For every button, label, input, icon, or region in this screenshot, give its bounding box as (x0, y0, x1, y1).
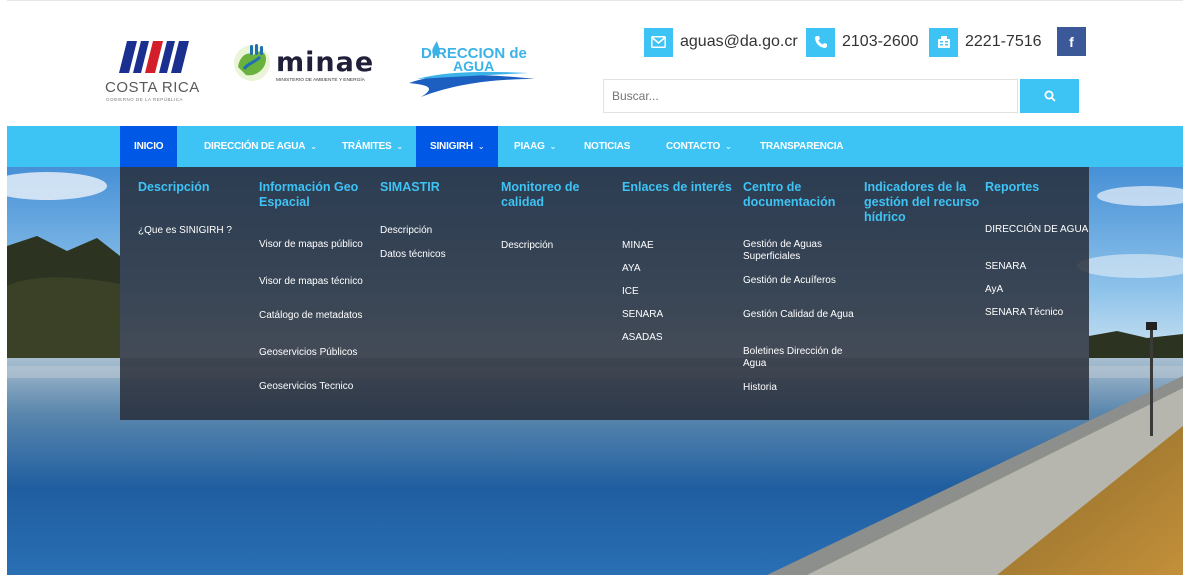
nav-item-label: SINIGIRH (430, 141, 473, 152)
minae-hand-icon (234, 44, 270, 81)
menu-column-heading[interactable]: Información Geo Espacial (259, 180, 377, 210)
nav-item-label: PIAAG (514, 141, 545, 152)
nav-item-label: INICIO (134, 141, 164, 152)
chevron-down-icon: ⌄ (725, 142, 732, 151)
nav-item-noticias[interactable]: NOTICIAS (570, 126, 644, 167)
nav-item-label: DIRECCIÓN DE AGUA (204, 141, 306, 152)
menu-link[interactable]: SENARA (985, 261, 1097, 273)
nav-item-label: TRÁMITES (342, 141, 392, 152)
menu-link[interactable]: Geoservicios Tecnico (259, 381, 371, 393)
menu-link[interactable]: ASADAS (622, 332, 734, 344)
menu-link[interactable]: ¿Que es SINIGIRH ? (138, 225, 250, 237)
direccion-de-agua-logo[interactable]: DIRECCION de AGUA (407, 39, 537, 101)
nav-item-tramites[interactable]: TRÁMITES ⌄ (328, 126, 417, 167)
fax-contact[interactable]: 2221-7516 (929, 27, 1042, 57)
nav-item-inicio[interactable]: INICIO (120, 126, 178, 167)
nav-item-piaag[interactable]: PIAAG ⌄ (500, 126, 570, 167)
menu-link[interactable]: Gestión de Acuíferos (743, 275, 855, 287)
costa-rica-logo-name: COSTA RICA (105, 79, 200, 96)
menu-link[interactable]: AYA (622, 263, 734, 275)
minae-logo-word: minae (276, 47, 375, 78)
menu-link[interactable]: Historia (743, 382, 855, 394)
sinigirh-mega-menu: Descripción ¿Que es SINIGIRH ? Informaci… (120, 167, 1089, 420)
menu-link[interactable]: Catálogo de metadatos (259, 310, 371, 322)
envelope-icon (644, 27, 673, 57)
phone-icon (806, 27, 835, 57)
menu-link[interactable]: ICE (622, 286, 734, 298)
phone-text: 2103-2600 (842, 33, 919, 50)
menu-link[interactable]: Gestión Calidad de Agua (743, 309, 855, 321)
facebook-icon[interactable]: f (1057, 27, 1086, 56)
search-button[interactable] (1020, 79, 1079, 113)
chevron-down-icon: ⌄ (477, 142, 485, 151)
menu-column-heading[interactable]: Indicadores de la gestión del recurso hí… (864, 180, 982, 225)
main-nav: INICIO DIRECCIÓN DE AGUA ⌄ TRÁMITES ⌄ SINI… (7, 126, 1183, 167)
menu-column-heading[interactable]: Centro de documentación (743, 180, 861, 210)
menu-link[interactable]: Geoservicios Públicos (259, 347, 371, 359)
menu-link[interactable]: MINAE (622, 240, 734, 252)
search-input[interactable] (604, 80, 1017, 112)
site-header: COSTA RICA GOBIERNO DE LA REPÚBLICA mina… (7, 0, 1183, 126)
menu-link[interactable]: Visor de mapas público (259, 239, 371, 251)
minae-logo[interactable]: minae MINISTERIO DE AMBIENTE Y ENERGÍA (230, 41, 390, 91)
nav-item-label: NOTICIAS (584, 141, 631, 152)
menu-link[interactable]: Gestión de Aguas Superficiales (743, 239, 855, 263)
page-frame: COSTA RICA GOBIERNO DE LA REPÚBLICA mina… (7, 0, 1183, 575)
minae-logo-sub: MINISTERIO DE AMBIENTE Y ENERGÍA (276, 78, 365, 83)
chevron-down-icon: ⌄ (396, 142, 404, 151)
menu-link[interactable]: SENARA Técnico (985, 307, 1097, 319)
email-contact[interactable]: aguas@da.go.cr (644, 27, 798, 57)
costa-rica-flag-bars-icon (119, 41, 189, 73)
email-text: aguas@da.go.cr (680, 33, 798, 50)
menu-link[interactable]: Datos técnicos (380, 249, 492, 261)
search-icon (1044, 90, 1056, 102)
direccion-de-agua-logo-line2: AGUA (453, 58, 495, 74)
nav-item-direccion-de-agua[interactable]: DIRECCIÓN DE AGUA ⌄ (190, 126, 331, 167)
chevron-down-icon: ⌄ (549, 142, 557, 151)
costa-rica-logo-sub: GOBIERNO DE LA REPÚBLICA (106, 97, 184, 102)
menu-link[interactable]: DIRECCIÓN DE AGUA (985, 224, 1097, 236)
search-box (603, 79, 1018, 113)
fax-icon (929, 27, 958, 57)
menu-link[interactable]: Visor de mapas técnico (259, 276, 371, 288)
nav-item-contacto[interactable]: CONTACTO ⌄ (652, 126, 746, 167)
menu-column-heading[interactable]: Enlaces de interés (622, 180, 740, 195)
phone-contact[interactable]: 2103-2600 (806, 27, 919, 57)
nav-item-label: TRANSPARENCIA (760, 141, 844, 152)
menu-link[interactable]: Descripción (380, 225, 492, 237)
menu-link[interactable]: SENARA (622, 309, 734, 321)
menu-link[interactable]: Descripción (501, 240, 613, 252)
menu-column-heading[interactable]: SIMASTIR (380, 180, 498, 195)
fax-text: 2221-7516 (965, 33, 1042, 50)
menu-column-heading[interactable]: Monitoreo de calidad (501, 180, 619, 210)
menu-column-heading[interactable]: Descripción (138, 180, 256, 195)
nav-item-label: CONTACTO (666, 141, 721, 152)
nav-item-transparencia[interactable]: TRANSPARENCIA (746, 126, 857, 167)
costa-rica-logo[interactable]: COSTA RICA GOBIERNO DE LA REPÚBLICA (105, 37, 201, 107)
chevron-down-icon: ⌄ (310, 142, 317, 151)
nav-item-sinigirh[interactable]: SINIGIRH ⌄ (416, 126, 499, 167)
menu-link[interactable]: Boletines Dirección de Agua (743, 346, 855, 370)
menu-link[interactable]: AyA (985, 284, 1097, 296)
menu-column-heading[interactable]: Reportes (985, 180, 1103, 195)
